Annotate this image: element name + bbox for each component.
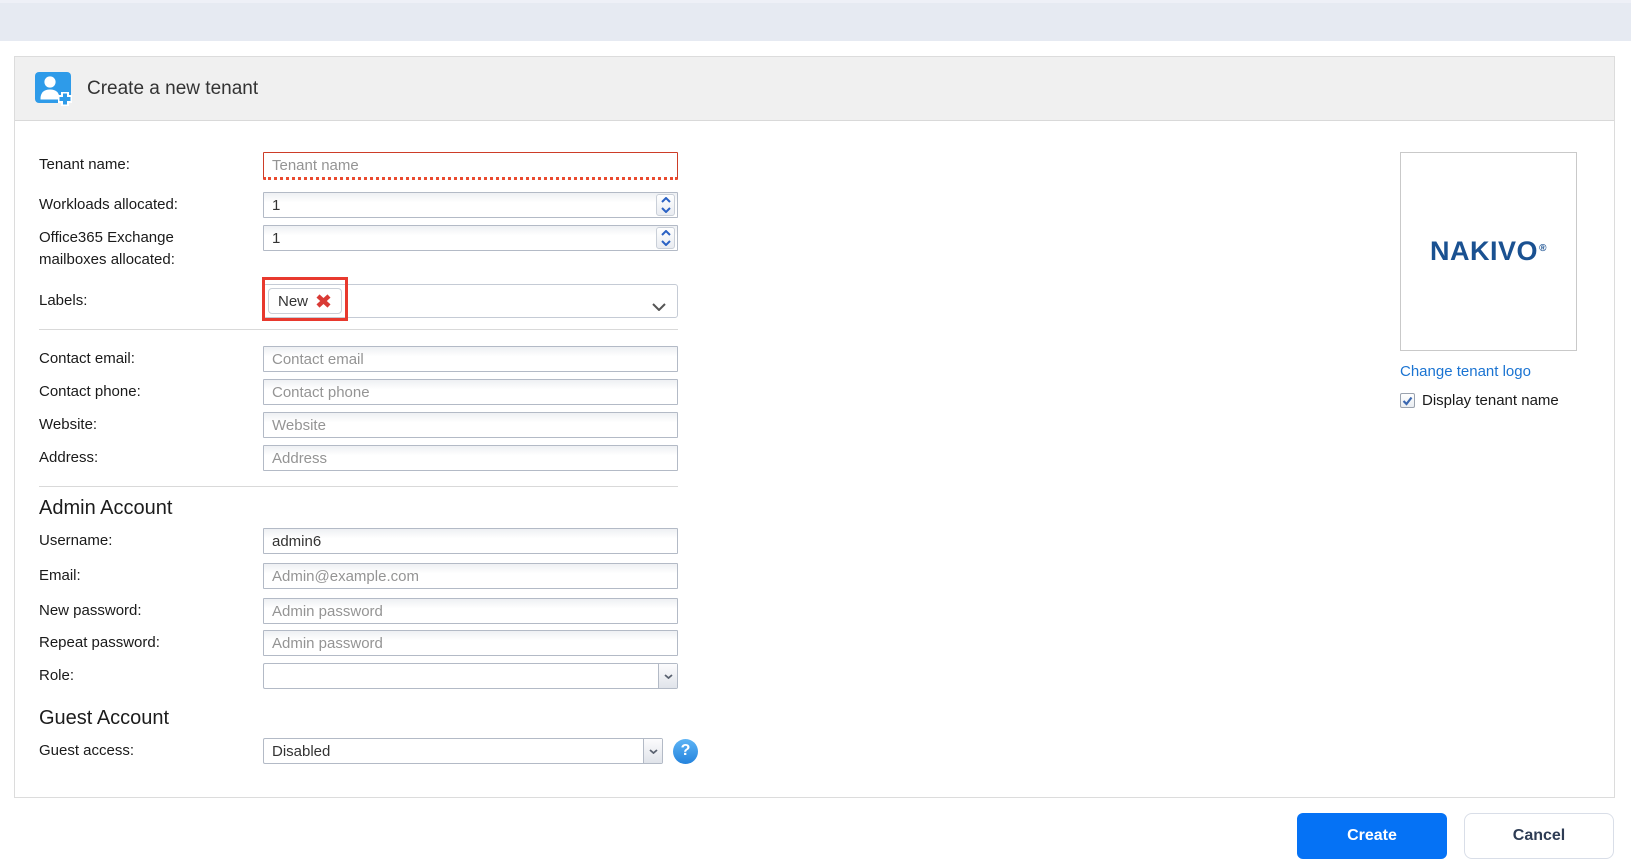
create-tenant-dialog: Create a new tenant Tenant name: Workloa… <box>14 56 1615 798</box>
display-tenant-name-checkbox[interactable] <box>1400 393 1415 408</box>
website-label: Website: <box>39 416 98 433</box>
tenant-name-row: Tenant name: <box>39 152 678 180</box>
checkbox-check-icon <box>1402 396 1413 406</box>
admin-email-label: Email: <box>39 567 81 584</box>
labels-row: Labels: New <box>39 277 678 321</box>
dialog-header: Create a new tenant <box>15 57 1614 121</box>
office365-input[interactable] <box>263 225 678 251</box>
registered-mark: ® <box>1539 243 1547 254</box>
role-label: Role: <box>39 667 75 684</box>
chevron-down-icon <box>652 298 666 316</box>
guest-access-select[interactable]: Disabled <box>263 738 663 764</box>
spinner-down-icon[interactable] <box>657 238 674 248</box>
office365-label: Office365 Exchange mailboxes allocated: <box>39 229 175 268</box>
website-row: Website: <box>39 412 678 438</box>
contact-email-row: Contact email: <box>39 346 678 372</box>
workloads-input[interactable] <box>263 192 678 218</box>
cancel-button[interactable]: Cancel <box>1464 813 1614 859</box>
office365-spinner[interactable] <box>656 227 675 249</box>
remove-label-icon[interactable] <box>315 293 332 309</box>
new-password-row: New password: <box>39 598 678 624</box>
address-input[interactable] <box>263 445 678 471</box>
tenant-name-label: Tenant name: <box>39 156 130 173</box>
help-icon[interactable]: ? <box>673 738 698 764</box>
display-tenant-name-label: Display tenant name <box>1422 392 1559 409</box>
display-tenant-name-row[interactable]: Display tenant name <box>1400 392 1580 409</box>
contact-phone-input[interactable] <box>263 379 678 405</box>
create-button[interactable]: Create <box>1297 813 1447 859</box>
contact-phone-label: Contact phone: <box>39 383 141 400</box>
workloads-row: Workloads allocated: <box>39 192 678 218</box>
select-trigger-button[interactable] <box>643 739 662 763</box>
spinner-down-icon[interactable] <box>657 205 674 215</box>
workloads-label: Workloads allocated: <box>39 196 178 213</box>
contact-email-label: Contact email: <box>39 350 135 367</box>
top-navigation-bar <box>0 0 1631 41</box>
guest-access-label: Guest access: <box>39 742 135 759</box>
spinner-up-icon[interactable] <box>657 228 674 238</box>
labels-combobox[interactable]: New <box>262 277 678 321</box>
role-select[interactable] <box>263 663 678 689</box>
username-input[interactable] <box>263 528 678 554</box>
new-password-label: New password: <box>39 602 142 619</box>
contact-email-input[interactable] <box>263 346 678 372</box>
admin-account-heading: Admin Account <box>39 497 173 519</box>
add-tenant-icon <box>34 70 76 108</box>
labels-label: Labels: <box>39 292 88 309</box>
tenant-branding-panel: NAKIVO® Change tenant logo Display tenan… <box>1400 152 1580 409</box>
section-divider <box>39 329 678 330</box>
tenant-form: Tenant name: Workloads allocated: Office… <box>39 152 698 764</box>
office365-row: Office365 Exchange mailboxes allocated: <box>39 225 678 271</box>
guest-access-row: Guest access: Disabled ? <box>39 738 698 764</box>
label-tag-chip[interactable]: New <box>262 277 349 321</box>
nakivo-logo: NAKIVO® <box>1430 236 1547 266</box>
role-row: Role: <box>39 663 678 689</box>
select-trigger-button[interactable] <box>658 664 677 688</box>
workloads-spinner[interactable] <box>656 194 675 216</box>
username-label: Username: <box>39 532 113 549</box>
repeat-password-label: Repeat password: <box>39 634 160 651</box>
new-password-input[interactable] <box>263 598 678 624</box>
guest-account-heading: Guest Account <box>39 707 170 729</box>
section-divider <box>39 486 678 487</box>
dialog-title: Create a new tenant <box>87 77 259 99</box>
website-input[interactable] <box>263 412 678 438</box>
admin-email-input[interactable] <box>263 563 678 589</box>
change-tenant-logo-link[interactable]: Change tenant logo <box>1400 363 1531 380</box>
username-row: Username: <box>39 528 678 554</box>
tenant-name-input[interactable] <box>263 152 678 180</box>
tenant-logo-preview: NAKIVO® <box>1400 152 1577 351</box>
contact-phone-row: Contact phone: <box>39 379 678 405</box>
repeat-password-input[interactable] <box>263 630 678 656</box>
address-label: Address: <box>39 449 99 466</box>
admin-email-row: Email: <box>39 563 678 589</box>
repeat-password-row: Repeat password: <box>39 630 678 656</box>
label-tag-text: New <box>278 292 309 310</box>
spinner-up-icon[interactable] <box>657 195 674 205</box>
address-row: Address: <box>39 445 678 471</box>
guest-access-value: Disabled <box>272 742 331 760</box>
